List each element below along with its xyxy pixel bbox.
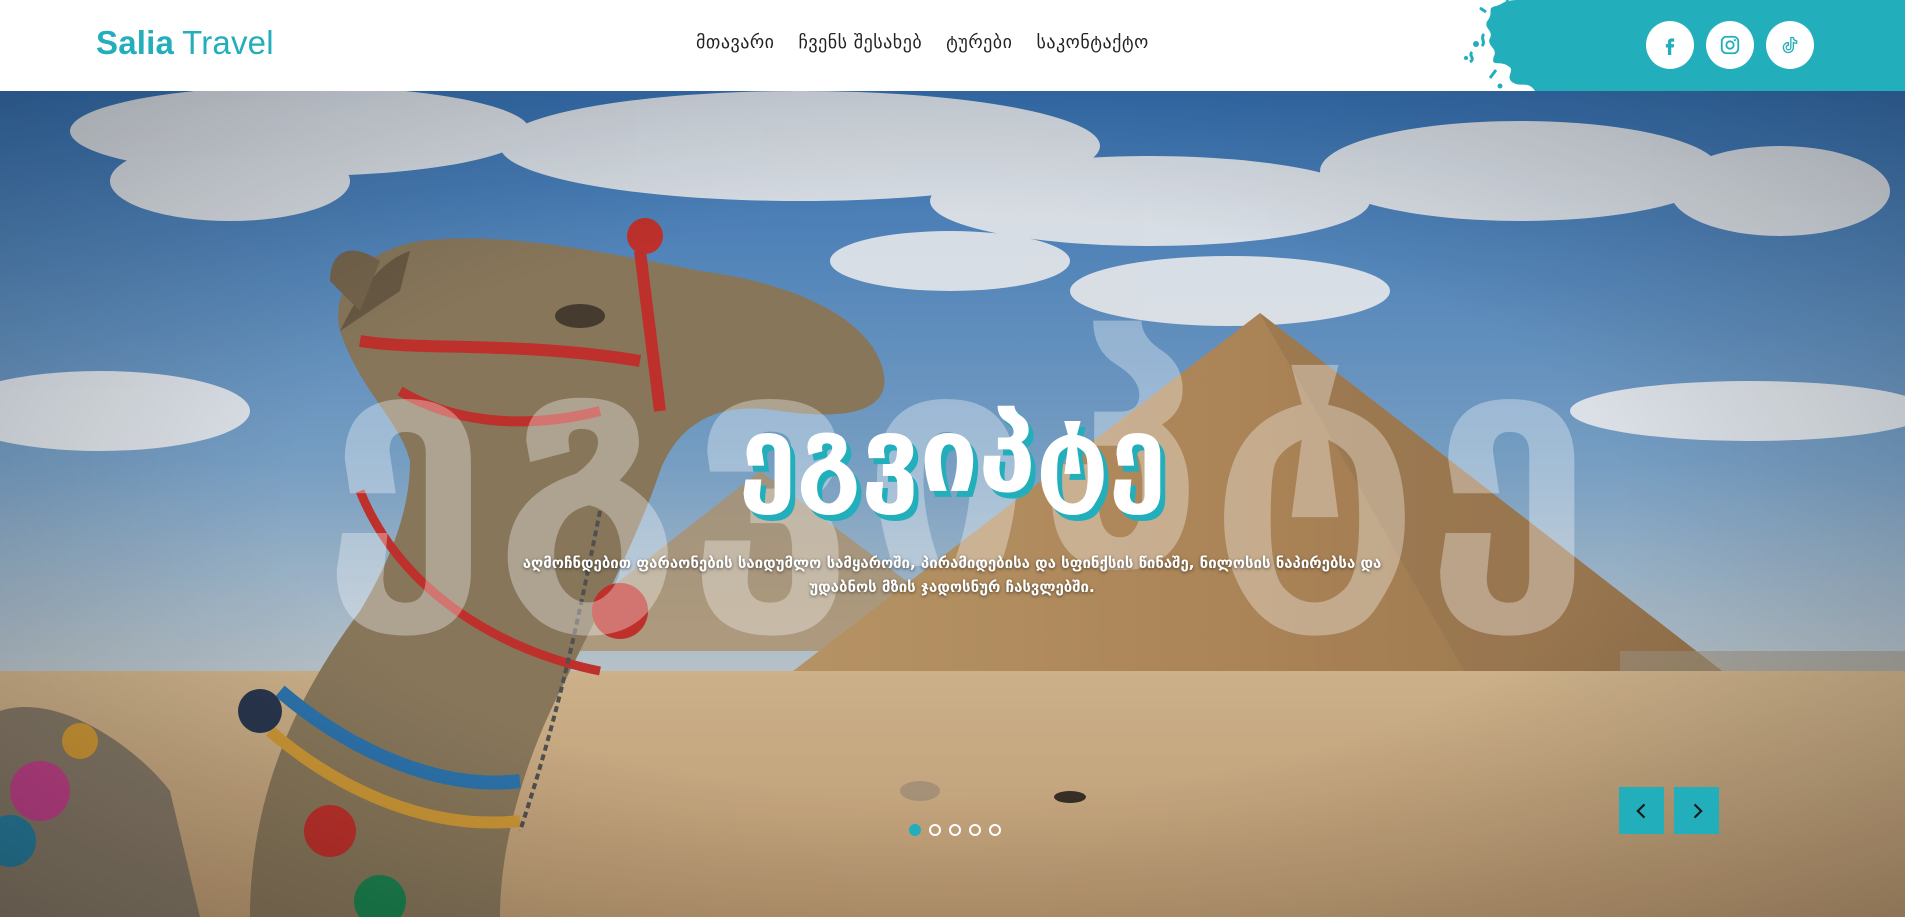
slider-dot-4[interactable]	[969, 824, 981, 836]
nav-item-tours[interactable]: ტურები	[946, 32, 1012, 53]
slider-pagination	[909, 824, 1001, 836]
hero-subtitle: აღმოჩნდებით ფარაონების საიდუმლო სამყაროშ…	[522, 554, 1382, 596]
slider-dot-2[interactable]	[929, 824, 941, 836]
instagram-icon	[1720, 35, 1740, 55]
logo-part-salia: Salia	[96, 24, 175, 61]
logo[interactable]: Salia Travel	[96, 24, 274, 62]
hero-title: ეგვიპტე	[738, 394, 1167, 516]
nav-item-about[interactable]: ჩვენს შესახებ	[798, 32, 922, 53]
logo-part-travel: Travel	[182, 24, 274, 61]
chevron-left-icon	[1635, 803, 1645, 818]
tiktok-icon	[1782, 36, 1798, 54]
chevron-right-icon	[1693, 803, 1703, 818]
slider-prev-button[interactable]	[1619, 787, 1664, 834]
main-nav: მთავარი ჩვენს შესახებ ტურები საკონტაქტო	[696, 32, 1149, 53]
facebook-icon	[1665, 38, 1675, 55]
instagram-button[interactable]	[1706, 21, 1754, 69]
facebook-button[interactable]	[1646, 21, 1694, 69]
slider-dot-1[interactable]	[909, 824, 921, 836]
social-links	[1646, 21, 1814, 69]
nav-item-contact[interactable]: საკონტაქტო	[1036, 32, 1148, 53]
slider-dot-3[interactable]	[949, 824, 961, 836]
hero-slider: ეგვიპტე ეგვიპტე აღმოჩნდებით ფარაონების ს…	[0, 91, 1905, 917]
slider-next-button[interactable]	[1674, 787, 1719, 834]
slider-dot-5[interactable]	[989, 824, 1001, 836]
nav-item-home[interactable]: მთავარი	[696, 32, 774, 53]
tiktok-button[interactable]	[1766, 21, 1814, 69]
site-header: Salia Travel მთავარი ჩვენს შესახებ ტურებ…	[0, 0, 1905, 91]
